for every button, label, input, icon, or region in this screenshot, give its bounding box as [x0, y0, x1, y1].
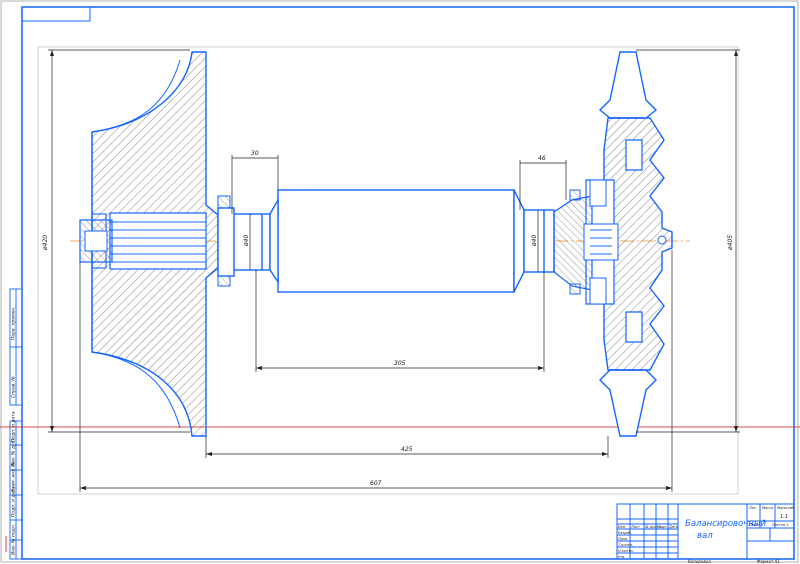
top-left-stamp-box — [22, 7, 91, 22]
dim-overall: 607 — [370, 480, 382, 487]
right-pocket-upper — [625, 139, 643, 171]
tb-row-izm: Изм — [618, 525, 625, 529]
tb-role-4: Н.контр. — [618, 549, 634, 553]
right-pocket-lower — [625, 311, 643, 343]
tb-col-scale: Масштаб — [777, 506, 794, 510]
tb-row-sign: Подп. — [657, 525, 668, 529]
right-wheel — [553, 51, 673, 437]
shaft — [217, 189, 555, 293]
side-cell-7: Инв. № подл. — [11, 524, 17, 555]
tb-role-5: Утв. — [618, 555, 625, 559]
tb-format: Формат A1 — [757, 559, 780, 564]
tb-role-3: Т.контр. — [618, 543, 633, 547]
dim-step-left: 30 — [251, 150, 259, 157]
dim-step-right: 46 — [538, 155, 546, 162]
part-name-line2: вал — [697, 531, 713, 541]
tb-sheets: Листов 1 — [771, 523, 788, 527]
left-taper — [269, 197, 279, 285]
tb-row-date: Дата — [668, 525, 678, 529]
dim-dia-left: ø420 — [42, 235, 49, 251]
dim-journal-right: ø40 — [531, 235, 538, 247]
tb-col-lit: Лит. — [748, 506, 757, 510]
tb-role-2: Пров. — [618, 537, 628, 541]
left-hub — [109, 212, 207, 270]
tb-sheet: Лист — [748, 523, 759, 527]
side-cell-1: Перв. примен. — [11, 306, 17, 340]
side-cell-2: Справ. № — [11, 376, 17, 398]
left-journal — [231, 213, 271, 271]
shaft-body — [277, 189, 515, 293]
tb-copied: Копировал — [688, 559, 711, 564]
tb-scale: 1:1 — [780, 514, 788, 520]
left-collar — [217, 207, 235, 277]
left-impeller — [79, 51, 231, 437]
tb-row-list: Лист — [630, 525, 641, 529]
drawing-sheet: Перв. примен. Справ. № Подп. и дата Инв.… — [0, 0, 800, 564]
left-seal-upper — [217, 195, 231, 209]
right-blade-upper — [598, 51, 658, 119]
dim-inner-span: 305 — [394, 360, 406, 367]
right-journal — [523, 209, 555, 273]
tb-col-mass: Масса — [762, 506, 773, 510]
dim-journal-left: ø40 — [243, 235, 250, 247]
dim-dia-right: ø405 — [727, 235, 734, 251]
right-taper — [513, 189, 525, 293]
tb-role-1: Разраб. — [618, 531, 632, 535]
side-cell-6: Подп. и дата — [11, 486, 17, 517]
dim-mid-span: 425 — [401, 446, 413, 453]
right-blade-lower — [599, 369, 657, 437]
